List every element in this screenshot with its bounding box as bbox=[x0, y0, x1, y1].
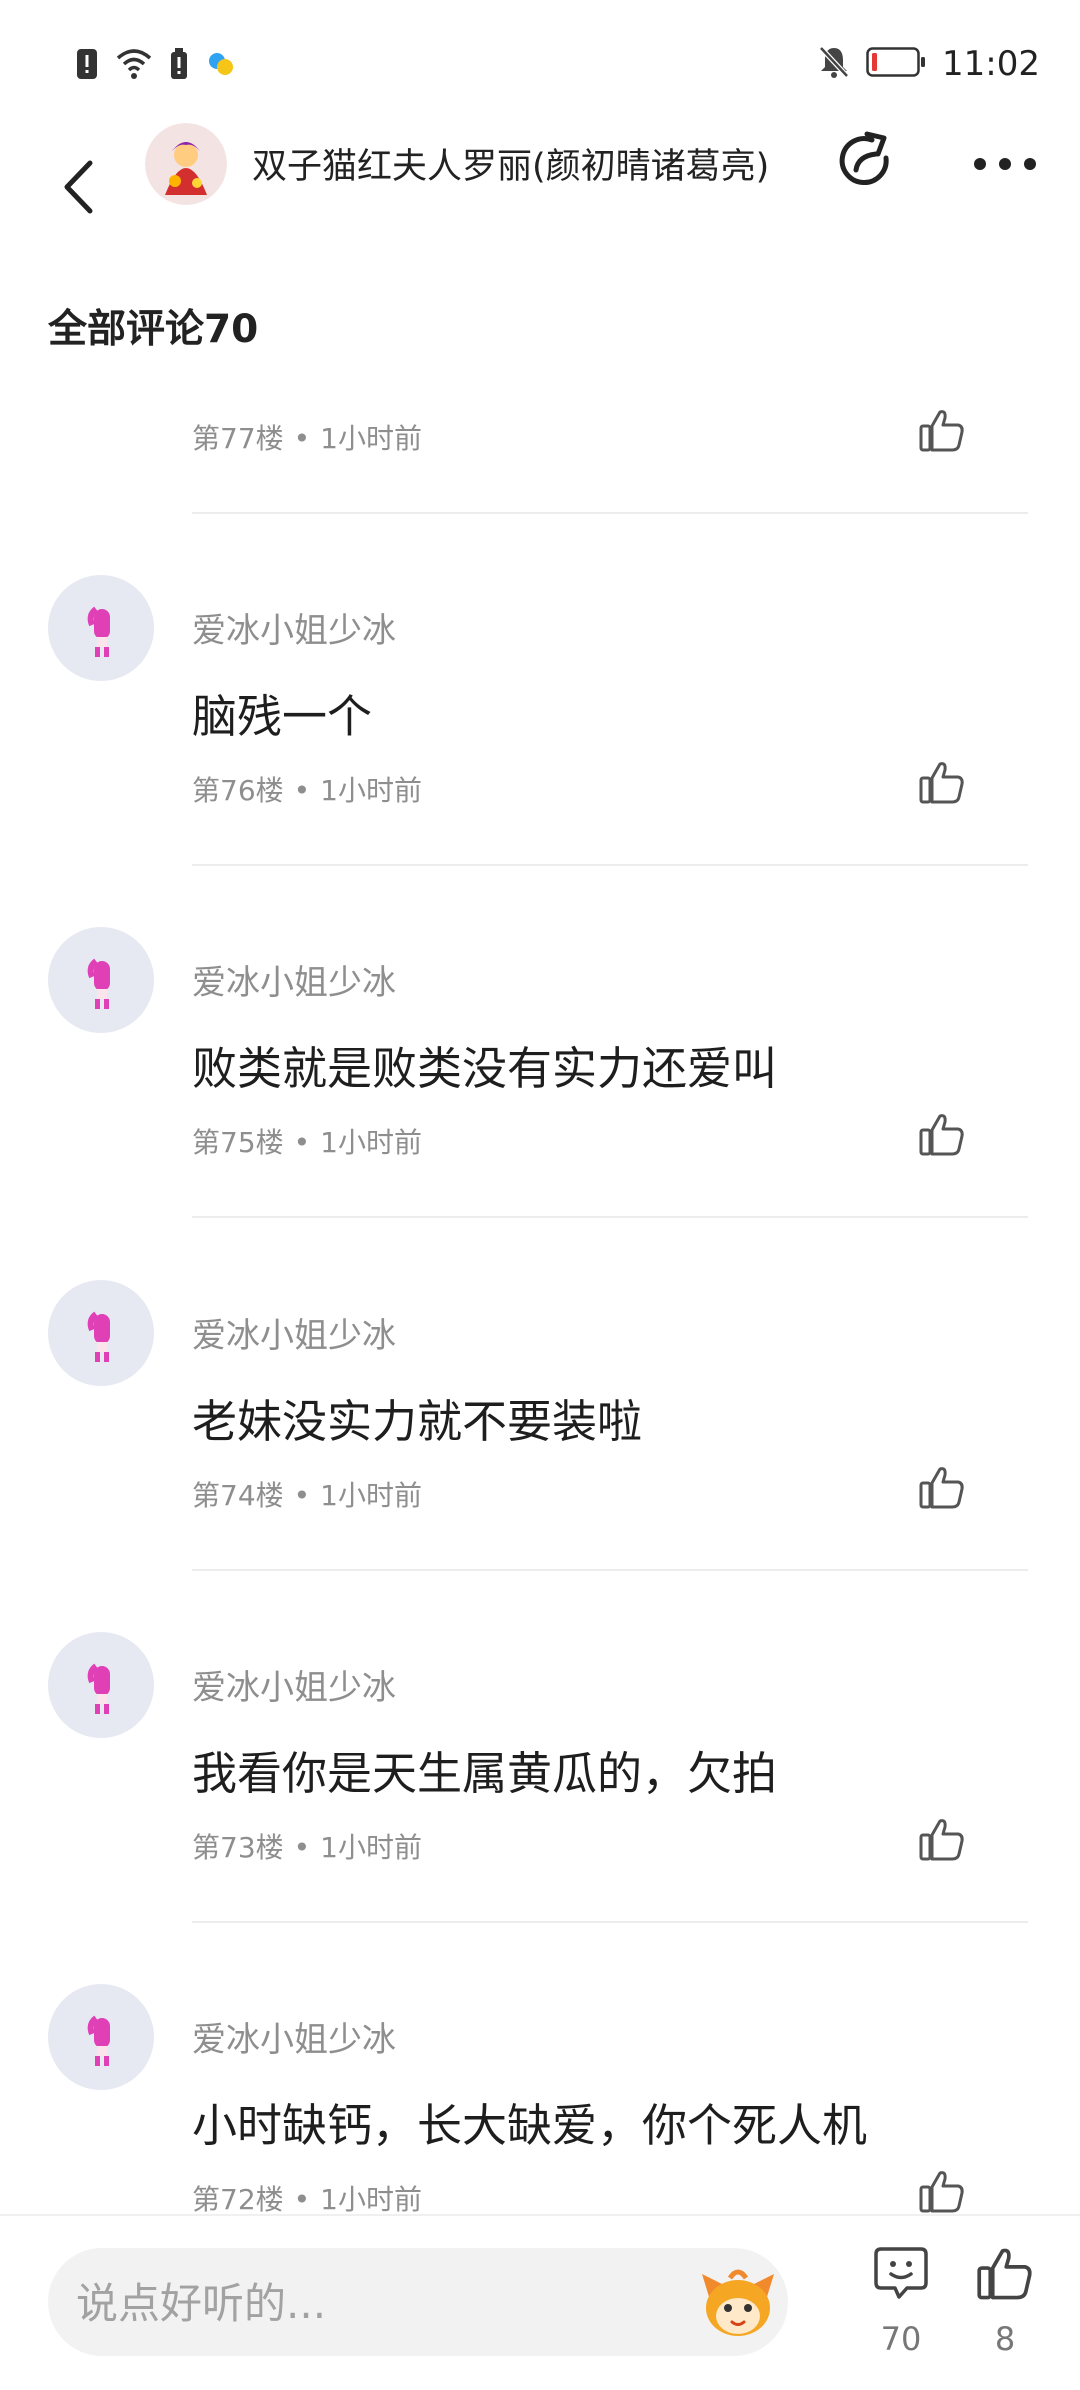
comment-meta: 第75楼 • 1小时前 bbox=[192, 1126, 422, 1159]
comment-text: 小时缺钙，长大缺爱，你个死人机 bbox=[192, 2099, 868, 2152]
more-dots-icon bbox=[973, 156, 1037, 175]
comment-input[interactable] bbox=[74, 2248, 718, 2358]
comment-divider bbox=[192, 512, 1028, 514]
status-left-icons bbox=[76, 46, 236, 86]
comment-meta: 第76楼 • 1小时前 bbox=[192, 774, 422, 807]
comments-heading: 全部评论70 bbox=[48, 307, 259, 352]
comment-floor: 第75楼 bbox=[192, 1126, 284, 1159]
comment-like-button[interactable] bbox=[912, 1106, 972, 1166]
commenter-name[interactable]: 爱冰小姐少冰 bbox=[192, 603, 396, 652]
comment-text: 脑残一个 bbox=[192, 690, 373, 743]
author-avatar[interactable] bbox=[145, 123, 227, 205]
comment-time: 1小时前 bbox=[320, 1479, 422, 1512]
comment-divider bbox=[192, 1921, 1028, 1923]
more-button[interactable] bbox=[970, 130, 1040, 200]
comment-meta: 第73楼 • 1小时前 bbox=[192, 1831, 422, 1864]
thumbs-up-icon bbox=[919, 2169, 965, 2217]
status-right: 11:02 bbox=[818, 38, 1040, 90]
comment-time: 1小时前 bbox=[320, 1831, 422, 1864]
mascot-emoji-icon[interactable] bbox=[696, 2260, 780, 2344]
battery-low-icon bbox=[866, 47, 926, 81]
sim-icon bbox=[170, 48, 188, 84]
commenter-name[interactable]: 爱冰小姐少冰 bbox=[192, 1308, 396, 1357]
likes-count: 8 bbox=[994, 2320, 1016, 2358]
back-button[interactable] bbox=[48, 144, 108, 234]
comment-text: 败类就是败类没有实力还爱叫 bbox=[192, 1042, 778, 1095]
thumbs-up-icon bbox=[976, 2246, 1034, 2304]
comment-time: 1小时前 bbox=[320, 2183, 422, 2216]
comment-floor: 第72楼 bbox=[192, 2183, 284, 2216]
thumbs-up-icon bbox=[919, 1112, 965, 1160]
comment-divider bbox=[192, 864, 1028, 866]
thumbs-up-icon bbox=[919, 1465, 965, 1513]
wifi-icon bbox=[116, 48, 152, 84]
page-title: 双子猫红夫人罗丽(颜初晴诸葛亮) bbox=[252, 147, 770, 187]
commenter-name[interactable]: 爱冰小姐少冰 bbox=[192, 2012, 396, 2061]
comments-button[interactable] bbox=[866, 2240, 936, 2310]
comment-divider bbox=[192, 1216, 1028, 1218]
comment-divider bbox=[192, 1569, 1028, 1571]
comment-like-button[interactable] bbox=[912, 1811, 972, 1871]
commenter-name[interactable]: 爱冰小姐少冰 bbox=[192, 1660, 396, 1709]
comment-floor: 第76楼 bbox=[192, 774, 284, 807]
share-button[interactable] bbox=[830, 128, 900, 198]
comment-text: 老妹没实力就不要装啦 bbox=[192, 1395, 643, 1448]
comment-like-button[interactable] bbox=[912, 402, 972, 462]
comment-like-button[interactable] bbox=[912, 754, 972, 814]
app-notification-icon bbox=[206, 49, 236, 83]
thumbs-up-icon bbox=[919, 1817, 965, 1865]
status-bar: 11:02 bbox=[0, 0, 1080, 120]
header: 双子猫红夫人罗丽(颜初晴诸葛亮) bbox=[0, 120, 1080, 290]
like-post-button[interactable] bbox=[970, 2240, 1040, 2310]
thumbs-up-icon bbox=[919, 760, 965, 808]
mute-bell-icon bbox=[818, 45, 850, 83]
share-icon bbox=[834, 130, 896, 196]
comment-floor: 第77楼 bbox=[192, 422, 284, 455]
comment-bubble-icon bbox=[873, 2245, 929, 2305]
commenter-avatar[interactable] bbox=[48, 1984, 154, 2090]
comment-meta: 第72楼 • 1小时前 bbox=[192, 2183, 422, 2216]
comments-count: 70 bbox=[880, 2320, 922, 2358]
status-time: 11:02 bbox=[942, 44, 1040, 84]
comment-time: 1小时前 bbox=[320, 422, 422, 455]
comment-floor: 第73楼 bbox=[192, 1831, 284, 1864]
commenter-name[interactable]: 爱冰小姐少冰 bbox=[192, 955, 396, 1004]
commenter-avatar[interactable] bbox=[48, 575, 154, 681]
commenter-avatar[interactable] bbox=[48, 1632, 154, 1738]
comment-time: 1小时前 bbox=[320, 774, 422, 807]
comment-meta: 第74楼 • 1小时前 bbox=[192, 1479, 422, 1512]
commenter-avatar[interactable] bbox=[48, 1280, 154, 1386]
comment-input-box[interactable] bbox=[48, 2248, 788, 2358]
bottom-bar: 70 8 bbox=[0, 2214, 1080, 2390]
alert-icon bbox=[76, 48, 98, 84]
chevron-left-icon bbox=[61, 159, 95, 219]
comment-text: 我看你是天生属黄瓜的，欠拍 bbox=[192, 1747, 778, 1800]
comment-time: 1小时前 bbox=[320, 1126, 422, 1159]
comment-floor: 第74楼 bbox=[192, 1479, 284, 1512]
commenter-avatar[interactable] bbox=[48, 927, 154, 1033]
comment-like-button[interactable] bbox=[912, 1459, 972, 1519]
thumbs-up-icon bbox=[919, 408, 965, 456]
comment-meta: 第77楼 • 1小时前 bbox=[192, 422, 422, 455]
